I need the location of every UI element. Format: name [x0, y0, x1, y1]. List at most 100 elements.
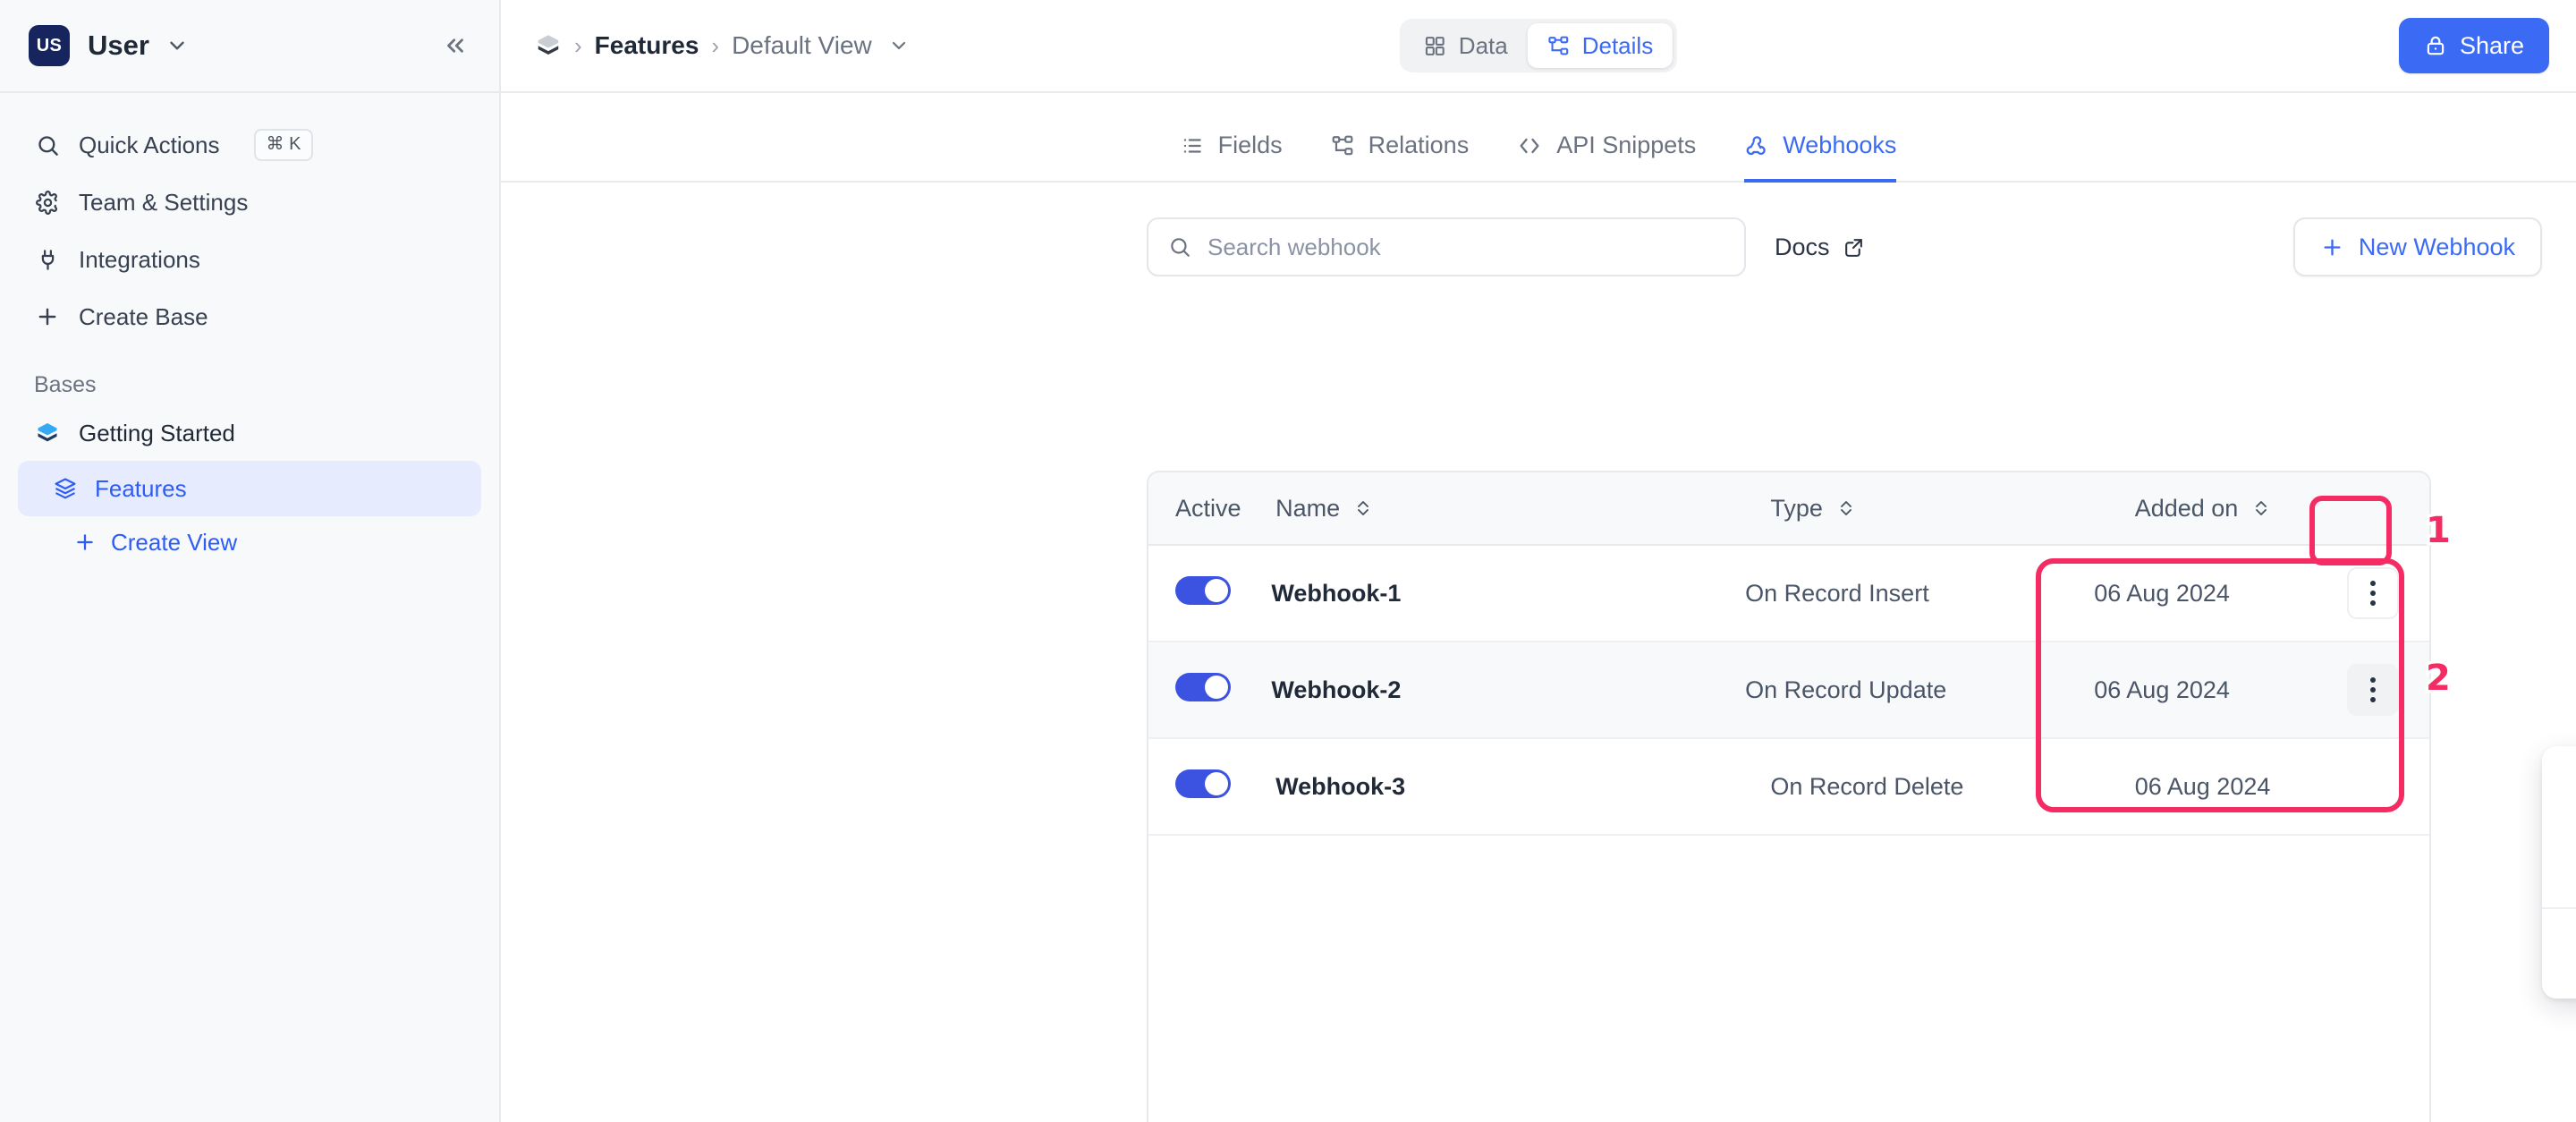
tab-label: Relations: [1368, 132, 1470, 159]
sidebar-item-features[interactable]: Features: [18, 461, 481, 516]
avatar: US: [29, 25, 70, 66]
sidebar-item-label: Team & Settings: [79, 189, 248, 217]
column-label: Name: [1275, 495, 1340, 523]
breadcrumb-table[interactable]: Features: [595, 31, 699, 60]
breadcrumb: › Features › Default View: [535, 31, 910, 60]
table-stack-icon: [52, 475, 79, 502]
webhooks-table: Active Name Type: [1147, 471, 2431, 1122]
tab-webhooks[interactable]: Webhooks: [1744, 132, 1896, 183]
row-name: Webhook-3: [1275, 773, 1770, 801]
row-kebab-button[interactable]: [2347, 567, 2399, 619]
base-hexagon-icon[interactable]: [535, 32, 562, 59]
table-row[interactable]: Webhook-3 On Record Delete 06 Aug 2024: [1148, 739, 2429, 836]
row-active-cell: [1148, 769, 1275, 804]
sidebar-create-view-label: Create View: [111, 529, 237, 557]
table-row[interactable]: Webhook-2 On Record Update 06 Aug 2024: [1148, 642, 2429, 739]
webhook-icon: [1744, 133, 1768, 157]
row-added-on: 06 Aug 2024: [2094, 580, 2347, 608]
relations-node-icon: [1331, 134, 1354, 157]
external-link-icon: [1843, 236, 1865, 259]
sidebar-item-create-base[interactable]: Create Base: [18, 288, 481, 345]
column-header-active: Active: [1148, 495, 1275, 523]
data-details-segmented-control: Data Details: [1400, 19, 1677, 72]
search-icon: [34, 132, 61, 158]
sidebar-item-quick-actions[interactable]: Quick Actions ⌘ K: [18, 116, 481, 174]
row-type: On Record Update: [1745, 676, 2094, 704]
menu-item-edit[interactable]: Edit: [2542, 761, 2576, 829]
segment-label: Data: [1459, 32, 1508, 60]
plug-icon: [34, 246, 61, 273]
docs-label: Docs: [1775, 234, 1830, 261]
active-toggle[interactable]: [1175, 576, 1231, 605]
details-node-icon: [1547, 35, 1570, 57]
search-webhook-field[interactable]: Search webhook: [1147, 217, 1746, 276]
table-row[interactable]: Webhook-1 On Record Insert 06 Aug 2024: [1148, 546, 2429, 642]
annotation-number-1: 1: [2426, 510, 2451, 551]
segment-details[interactable]: Details: [1528, 23, 1673, 68]
menu-divider: [2542, 907, 2576, 909]
column-header-type[interactable]: Type: [1770, 495, 2134, 523]
column-label: Active: [1175, 495, 1241, 523]
row-actions-cell: [2347, 567, 2429, 619]
plus-icon: [34, 303, 61, 330]
active-toggle[interactable]: [1175, 673, 1231, 701]
sidebar: US User Quick Actions ⌘ K Team & S: [0, 0, 501, 1122]
grid-icon: [1424, 35, 1446, 57]
webhooks-toolbar: Search webhook Docs New Webhook: [501, 183, 2576, 279]
plus-icon: [73, 531, 97, 554]
row-active-cell: [1148, 673, 1271, 708]
plus-icon: [2320, 235, 2344, 259]
breadcrumb-separator: ›: [574, 32, 582, 60]
share-button[interactable]: Share: [2399, 18, 2549, 73]
row-name: Webhook-2: [1271, 676, 1745, 704]
topbar: › Features › Default View Data: [501, 0, 2576, 93]
sidebar-create-view[interactable]: Create View: [18, 516, 481, 568]
sidebar-item-integrations[interactable]: Integrations: [18, 231, 481, 288]
row-type: On Record Insert: [1745, 580, 2094, 608]
sort-updown-icon[interactable]: [1835, 497, 1857, 519]
sidebar-item-team-settings[interactable]: Team & Settings: [18, 174, 481, 231]
chevron-down-icon[interactable]: [165, 34, 189, 57]
main-area: › Features › Default View Data: [501, 0, 2576, 1122]
segment-label: Details: [1582, 32, 1653, 60]
search-input-placeholder: Search webhook: [1208, 234, 1381, 261]
tab-api-snippets[interactable]: API Snippets: [1517, 132, 1696, 183]
row-kebab-button[interactable]: [2347, 664, 2399, 716]
column-header-name[interactable]: Name: [1275, 495, 1770, 523]
quick-actions-shortcut: ⌘ K: [254, 129, 314, 161]
code-brackets-icon: [1517, 133, 1542, 158]
sort-updown-icon[interactable]: [1352, 497, 1374, 519]
workspace-name: User: [88, 30, 149, 62]
tab-relations[interactable]: Relations: [1331, 132, 1470, 183]
collapse-left-icon[interactable]: [442, 32, 469, 59]
docs-link[interactable]: Docs: [1775, 234, 1865, 261]
column-label: Type: [1770, 495, 1823, 523]
share-label: Share: [2460, 32, 2524, 60]
workspace-switcher[interactable]: US User: [0, 0, 499, 93]
active-toggle[interactable]: [1175, 769, 1231, 798]
new-webhook-button[interactable]: New Webhook: [2293, 217, 2542, 276]
sidebar-base-getting-started[interactable]: Getting Started: [18, 405, 481, 461]
breadcrumb-view[interactable]: Default View: [732, 31, 872, 60]
sort-updown-icon[interactable]: [2250, 497, 2272, 519]
row-name: Webhook-1: [1271, 580, 1745, 608]
menu-item-delete[interactable]: Delete: [2542, 918, 2576, 986]
search-icon: [1168, 235, 1191, 259]
webhooks-panel: Search webhook Docs New Webhook: [501, 183, 2576, 1122]
toggle-knob: [1205, 676, 1228, 699]
row-actions-cell: [2347, 664, 2429, 716]
menu-item-duplicate[interactable]: Duplicate: [2542, 829, 2576, 897]
column-header-added-on[interactable]: Added on: [2135, 495, 2399, 523]
sidebar-base-label: Getting Started: [79, 420, 235, 447]
sidebar-item-label: Integrations: [79, 246, 200, 274]
tab-label: API Snippets: [1556, 132, 1696, 159]
context-menu: Edit Duplicate Delete: [2542, 746, 2576, 999]
segment-data[interactable]: Data: [1404, 23, 1528, 68]
chevron-down-icon[interactable]: [888, 35, 910, 56]
tab-label: Webhooks: [1783, 132, 1896, 159]
gear-icon: [34, 189, 61, 216]
tab-fields[interactable]: Fields: [1181, 132, 1283, 183]
sidebar-section-bases: Bases: [34, 372, 499, 398]
app-root: US User Quick Actions ⌘ K Team & S: [0, 0, 2576, 1122]
row-added-on: 06 Aug 2024: [2094, 676, 2347, 704]
